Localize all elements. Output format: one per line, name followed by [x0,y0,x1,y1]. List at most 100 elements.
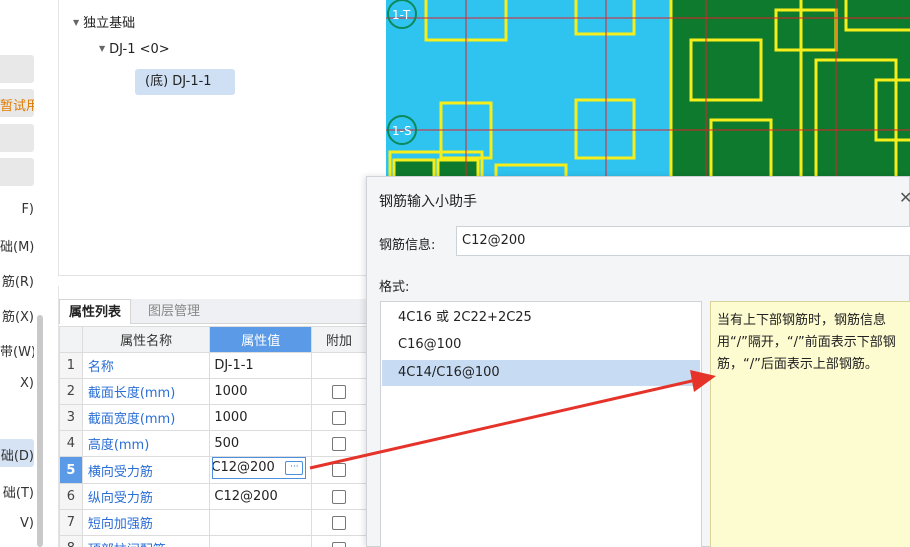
property-value-input-text: C12@200 [212,460,275,475]
menu-item-m[interactable]: 础(M) [0,236,34,255]
menu-item-w[interactable]: 带(W) [0,341,34,360]
format-item-selected[interactable]: 4C14/C16@100 [382,360,700,386]
property-value[interactable]: 1000 [209,404,313,431]
left-scrollbar-thumb[interactable] [37,315,43,547]
row-number: 7 [59,509,83,536]
property-value[interactable] [209,509,313,536]
attach-checkbox[interactable] [332,541,346,547]
attach-checkbox[interactable] [332,384,346,399]
format-hint-box: 当有上下部钢筋时，钢筋信息用“/”隔开，“/”前面表示下部钢筋，“/”后面表示上… [710,301,910,547]
property-table-header: 属性名称 属性值 附加 [59,326,367,353]
table-row[interactable]: 6 纵向受力筋 C12@200 [59,483,367,510]
table-row-selected[interactable]: 5 横向受力筋 C12@200 ··· [59,456,367,484]
attach-cell [311,352,367,379]
close-icon[interactable]: ✕ [899,188,910,207]
ellipsis-edit-button[interactable]: ··· [285,461,304,475]
attach-cell [311,535,367,547]
property-tabbar: 属性列表 图层管理 [59,299,367,324]
table-row[interactable]: 7 短向加强筋 [59,509,367,536]
property-value-input[interactable]: C12@200 ··· [212,457,307,479]
menu-label-trial: 暂试用 [0,99,34,114]
row-number: 4 [59,430,83,457]
row-number: 6 [59,483,83,510]
attach-checkbox[interactable] [332,436,346,451]
tree-node-child-label: DJ-1 <0> [109,42,170,57]
property-name: 高度(mm) [81,430,211,457]
attach-checkbox[interactable] [332,489,346,504]
property-name: 截面长度(mm) [81,378,211,405]
attach-checkbox[interactable] [332,463,346,477]
header-name: 属性名称 [81,326,211,353]
cad-drawing-canvas[interactable]: 1-T 1-S [386,0,910,190]
table-row[interactable]: 8 顶部柱间配筋 [59,535,367,547]
format-label: 格式: [379,280,410,295]
rebar-input-helper-dialog: 钢筋输入小助手 ✕ 钢筋信息: C12@200 格式: 4C16 或 2C22+… [366,176,910,547]
property-name: 横向受力筋 [81,456,211,484]
property-name: 纵向受力筋 [81,483,211,510]
menu-item-f[interactable]: F) [0,202,34,217]
menu-item-t[interactable]: 础(T) [0,482,34,501]
rebar-info-label: 钢筋信息: [379,238,436,253]
row-number: 3 [59,404,83,431]
component-tree-panel: ▼ 独立基础 ▼ DJ-1 <0> (底) DJ-1-1 [58,0,386,276]
expand-caret-icon[interactable]: ▼ [99,44,105,53]
tab-property-list[interactable]: 属性列表 [59,299,132,324]
property-name: 截面宽度(mm) [81,404,211,431]
property-value[interactable] [209,535,313,547]
tree-node-root[interactable]: ▼ 独立基础 [73,12,135,31]
property-value[interactable]: 1000 [209,378,313,405]
menu-item-v[interactable]: V) [0,516,34,531]
tab-layer-manage[interactable]: 图层管理 [139,299,209,324]
row-number: 5 [59,456,83,484]
row-number: 8 [59,535,83,547]
table-row[interactable]: 1 名称 DJ-1-1 [59,352,367,379]
format-list: 4C16 或 2C22+2C25 C16@100 4C14/C16@100 [380,301,702,547]
menu-button-3[interactable] [0,124,34,152]
attach-cell [311,404,367,431]
attach-cell [311,456,367,484]
tree-node-child[interactable]: ▼ DJ-1 <0> [99,42,170,57]
tree-node-leaf-label: (底) DJ-1-1 [145,74,212,89]
menu-button-4[interactable] [0,158,34,186]
property-name: 短向加强筋 [81,509,211,536]
axis-label-text: 1-S [392,124,412,138]
property-panel: 属性列表 图层管理 属性名称 属性值 附加 1 名称 DJ-1-1 2 截面长度… [58,286,367,547]
menu-item-x2[interactable]: X) [0,376,34,391]
property-table: 属性名称 属性值 附加 1 名称 DJ-1-1 2 截面长度(mm) 1000 … [59,326,367,547]
attach-cell [311,509,367,536]
menu-label-d: 础(D) [0,449,34,464]
property-value[interactable]: DJ-1-1 [209,352,313,379]
attach-checkbox[interactable] [332,515,346,530]
header-value: 属性值 [209,326,313,353]
rebar-info-input[interactable]: C12@200 [456,226,910,256]
dialog-title: 钢筋输入小助手 [379,194,477,210]
attach-cell [311,483,367,510]
property-name: 名称 [81,352,211,379]
header-num [59,326,83,353]
left-menu-strip: 暂试用 F) 础(M) 筋(R) 筋(X) 带(W) X) 础(D) 础(T) … [0,0,36,547]
axis-label-text: 1-T [392,8,411,22]
row-number: 2 [59,378,83,405]
cad-drawing: 1-T 1-S [386,0,910,190]
property-name: 顶部柱间配筋 [81,535,211,547]
tree-node-leaf-selected[interactable]: (底) DJ-1-1 [135,69,235,95]
table-row[interactable]: 4 高度(mm) 500 [59,430,367,457]
expand-caret-icon[interactable]: ▼ [73,18,79,27]
attach-checkbox[interactable] [332,410,346,425]
table-row[interactable]: 2 截面长度(mm) 1000 [59,378,367,405]
menu-button-1[interactable] [0,55,34,83]
property-value[interactable]: 500 [209,430,313,457]
header-attach: 附加 [311,326,367,353]
attach-cell [311,430,367,457]
format-item[interactable]: 4C16 或 2C22+2C25 [382,305,700,331]
menu-item-x[interactable]: 筋(X) [0,306,34,325]
menu-item-r[interactable]: 筋(R) [0,271,34,290]
menu-button-trial[interactable]: 暂试用 [0,89,34,117]
tree-node-root-label: 独立基础 [83,16,136,31]
format-item[interactable]: C16@100 [382,332,700,358]
attach-cell [311,378,367,405]
property-value-editing: C12@200 ··· [209,456,313,484]
menu-button-d-selected[interactable]: 础(D) [0,439,34,467]
property-value[interactable]: C12@200 [209,483,313,510]
table-row[interactable]: 3 截面宽度(mm) 1000 [59,404,367,431]
